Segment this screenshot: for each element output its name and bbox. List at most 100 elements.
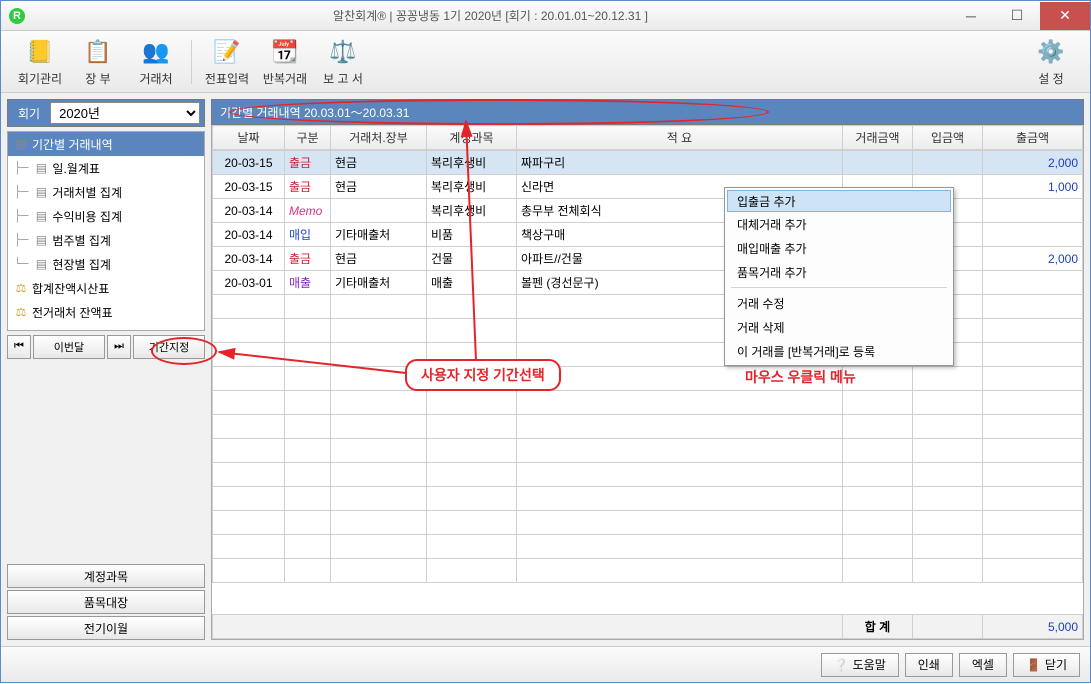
table-row-empty — [213, 463, 1083, 487]
tree-item[interactable]: ▤ 수익비용 집계 — [8, 204, 204, 228]
close-footer-button[interactable]: 🚪닫기 — [1013, 653, 1080, 677]
table-row-empty — [213, 487, 1083, 511]
tree-item-label: 범주별 집계 — [52, 232, 111, 249]
toolbar-label: 거래처 — [139, 70, 172, 87]
period-label: 회기 — [12, 105, 46, 122]
column-header[interactable]: 날짜 — [213, 126, 285, 150]
column-header[interactable]: 거래처.장부 — [331, 126, 427, 150]
menu-item[interactable]: 거래 수정 — [727, 291, 951, 315]
toolbar-label: 장 부 — [85, 70, 110, 87]
exit-icon: 🚪 — [1026, 658, 1041, 672]
toolbar-회기관리[interactable]: 📒 회기관리 — [11, 36, 69, 87]
menu-item[interactable]: 입출금 추가 — [727, 190, 951, 212]
app-window: R 알찬회계® | 꽁꽁냉동 1기 2020년 [회기 : 20.01.01~2… — [0, 0, 1091, 683]
scale-icon: ⚖ — [14, 305, 28, 319]
left-button-품목대장[interactable]: 품목대장 — [7, 590, 205, 614]
toolbar-label: 전표입력 — [205, 70, 249, 87]
toolbar-icon: 👥 — [140, 36, 172, 68]
help-button[interactable]: ❔도움말 — [821, 653, 899, 677]
toolbar-icon: 📝 — [211, 36, 243, 68]
help-icon: ❔ — [834, 658, 849, 672]
nav-set-period-button[interactable]: 기간지정 — [133, 335, 205, 359]
tree-item[interactable]: ⚖ 전거래처 잔액표 — [8, 300, 204, 324]
table-footer: 합 계5,000 — [213, 615, 1083, 639]
minimize-button[interactable]: ─ — [948, 2, 994, 30]
table-row-empty — [213, 535, 1083, 559]
doc-icon: ▤ — [34, 185, 48, 199]
nav-this-month-button[interactable]: 이번달 — [33, 335, 105, 359]
table-row-empty — [213, 511, 1083, 535]
toolbar-icon: 📒 — [24, 36, 56, 68]
tree-item-label: 거래처별 집계 — [52, 184, 122, 201]
window-title: 알찬회계® | 꽁꽁냉동 1기 2020년 [회기 : 20.01.01~20.… — [33, 7, 948, 24]
toolbar-보고서[interactable]: ⚖️ 보 고 서 — [314, 36, 372, 87]
table-row[interactable]: 20-03-15출금현금복리후생비짜파구리2,000 — [213, 151, 1083, 175]
tree-item[interactable]: ▤ 현장별 집계 — [8, 252, 204, 276]
range-header: 기간별 거래내역 20.03.01～20.03.31 — [211, 99, 1084, 125]
doc-icon: ▤ — [34, 209, 48, 223]
column-header[interactable]: 계정과목 — [427, 126, 517, 150]
print-button[interactable]: 인쇄 — [905, 653, 953, 677]
nav-first-button[interactable]: ⏮ — [7, 335, 31, 359]
settings-label: 설 정 — [1038, 70, 1063, 87]
app-icon: R — [9, 8, 25, 24]
left-button-계정과목[interactable]: 계정과목 — [7, 564, 205, 588]
window-controls: ─ ☐ ✕ — [948, 2, 1090, 30]
table-row-empty — [213, 439, 1083, 463]
table-row-empty — [213, 415, 1083, 439]
nav-last-button[interactable]: ⏭ — [107, 335, 131, 359]
doc-icon: ▤ — [14, 137, 28, 151]
excel-button[interactable]: 엑셀 — [959, 653, 1007, 677]
menu-item[interactable]: 대체거래 추가 — [727, 212, 951, 236]
maximize-button[interactable]: ☐ — [994, 2, 1040, 30]
tree-item[interactable]: ▤ 기간별 거래내역 — [8, 132, 204, 156]
tree-item[interactable]: ▤범주별 집계 — [8, 228, 204, 252]
toolbar-label: 보 고 서 — [323, 70, 363, 87]
column-header[interactable]: 출금액 — [983, 126, 1083, 150]
tree-item-label: 합계잔액시산표 — [32, 280, 109, 297]
bottom-bar: ❔도움말 인쇄 엑셀 🚪닫기 — [1, 646, 1090, 682]
toolbar-icon: 📆 — [269, 36, 301, 68]
gear-icon: ⚙️ — [1035, 36, 1067, 68]
toolbar-전표입력[interactable]: 📝 전표입력 — [198, 36, 256, 87]
settings-button[interactable]: ⚙️ 설 정 — [1022, 36, 1080, 87]
menu-item[interactable]: 품목거래 추가 — [727, 260, 951, 284]
titlebar: R 알찬회계® | 꽁꽁냉동 1기 2020년 [회기 : 20.01.01~2… — [1, 1, 1090, 31]
left-button-전기이월[interactable]: 전기이월 — [7, 616, 205, 640]
content-area: 회기 2020년 ▤ 기간별 거래내역 ▤ 일.월계표 ▤ 거래처별 집계 ▤ 수익비용 집계… — [1, 93, 1090, 646]
toolbar-거래처[interactable]: 👥 거래처 — [127, 36, 185, 87]
toolbar-장부[interactable]: 📋 장 부 — [69, 36, 127, 87]
right-panel: 기간별 거래내역 20.03.01～20.03.31 날짜구분거래처.장부계정과… — [211, 99, 1084, 640]
tree-item-label: 전거래처 잔액표 — [32, 304, 113, 321]
tree-item-label: 일.월계표 — [52, 160, 100, 177]
tree-item-label: 기간별 거래내역 — [32, 136, 113, 153]
table-row-empty — [213, 367, 1083, 391]
toolbar-icon: ⚖️ — [327, 36, 359, 68]
context-menu[interactable]: 입출금 추가대체거래 추가매입매출 추가품목거래 추가거래 수정거래 삭제이 거… — [724, 187, 954, 366]
menu-item[interactable]: 이 거래를 [반복거래]로 등록 — [727, 339, 951, 363]
toolbar-icon: 📋 — [82, 36, 114, 68]
column-header[interactable]: 구분 — [285, 126, 331, 150]
column-header[interactable]: 거래금액 — [843, 126, 913, 150]
tree-item-label: 수익비용 집계 — [52, 208, 122, 225]
column-header[interactable]: 입금액 — [913, 126, 983, 150]
tree-item[interactable]: ▤ 거래처별 집계 — [8, 180, 204, 204]
tree-item[interactable]: ⚖ 합계잔액시산표 — [8, 276, 204, 300]
toolbar-반복거래[interactable]: 📆반복거래 — [256, 36, 314, 87]
table-row-empty — [213, 559, 1083, 583]
doc-icon: ▤ — [34, 257, 48, 271]
doc-icon: ▤ — [34, 161, 48, 175]
menu-item[interactable]: 매입매출 추가 — [727, 236, 951, 260]
period-selector-row: 회기 2020년 — [7, 99, 205, 127]
left-action-buttons: 계정과목품목대장전기이월 — [7, 564, 205, 640]
report-tree[interactable]: ▤ 기간별 거래내역 ▤ 일.월계표 ▤ 거래처별 집계 ▤ 수익비용 집계 ▤범주별 집계 ▤ 현… — [7, 131, 205, 331]
column-header[interactable]: 적 요 — [517, 126, 843, 150]
period-select[interactable]: 2020년 — [50, 102, 200, 124]
scale-icon: ⚖ — [14, 281, 28, 295]
close-button[interactable]: ✕ — [1040, 2, 1090, 30]
menu-item[interactable]: 거래 삭제 — [727, 315, 951, 339]
left-panel: 회기 2020년 ▤ 기간별 거래내역 ▤ 일.월계표 ▤ 거래처별 집계 ▤ 수익비용 집계… — [7, 99, 205, 640]
tree-item-label: 현장별 집계 — [52, 256, 111, 273]
toolbar-label: 회기관리 — [18, 70, 62, 87]
tree-item[interactable]: ▤ 일.월계표 — [8, 156, 204, 180]
